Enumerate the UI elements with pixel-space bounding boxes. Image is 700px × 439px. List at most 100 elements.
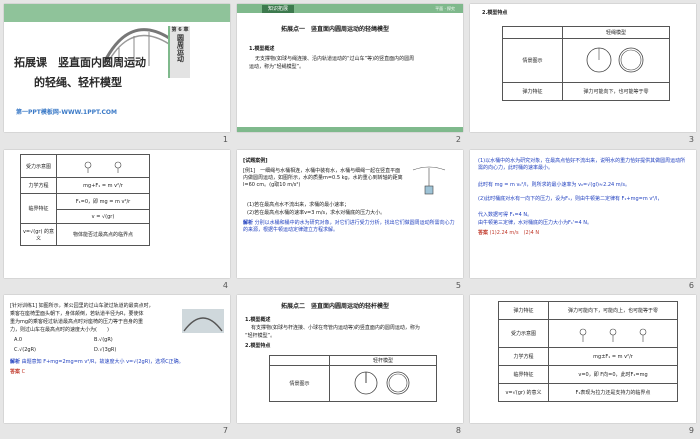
- solution-line: 由牛顿第三定律，水对桶底的压力大小为F₁'=4 N。: [478, 220, 592, 226]
- slide-7[interactable]: [针对训练1] 如图所示，某公园里的过山车驶过轨道的最高点时， 乘客在座椅里面头…: [4, 295, 230, 423]
- slide-9[interactable]: 弹力特征 弹力可能向下，可能向上，也可能等于零 受力示意图 力学方程 mg±F₁ =…: [470, 295, 696, 423]
- slide-6[interactable]: (1)以水桶中的水为研究对象，在最高点恰好不流出来，说明水的重力恰好提供其做圆周…: [470, 150, 696, 278]
- slide-thumb-1[interactable]: 第 6 章 圆周运动 拓展课 竖直面内圆周运动 的轻绳、轻杆模型 第一PPT模板…: [2, 2, 234, 148]
- col-header: 轻杆模型: [329, 355, 437, 366]
- solution-line: (2)此时桶底对水有一向下的压力，设为F₁，则由牛顿第二定律有 F₁+mg=m …: [478, 196, 663, 202]
- example-text: [例1] 一细绳与水桶相连，水桶中装有水，水桶与细绳一起在竖直平面内做圆周运动，…: [243, 168, 403, 188]
- item-heading: 1.模型概述: [245, 317, 271, 323]
- row-label: 受力示意图: [20, 154, 57, 178]
- section-heading: 拓展点二 竖直面内圆周运动的轻杆模型: [281, 303, 390, 310]
- slide-5[interactable]: [试题案例] [例1] 一细绳与水桶相连，水桶中装有水，水桶与细绳一起在竖直平面…: [237, 150, 463, 278]
- slide-8[interactable]: 拓展点二 竖直面内圆周运动的轻杆模型 1.模型概述 有支撑物(如球与杆连接、小球…: [237, 295, 463, 423]
- option-a[interactable]: A.0: [14, 337, 22, 344]
- body-text: 运动，称为“轻绳模型”。: [249, 64, 305, 70]
- row-label: 临界特征: [498, 365, 549, 384]
- slide-sorter-grid: 第 6 章 圆周运动 拓展课 竖直面内圆周运动 的轻绳、轻杆模型 第一PPT模板…: [0, 0, 700, 439]
- option-d[interactable]: D.√(3gR): [94, 347, 116, 354]
- body-text: 无支撑物(如球与绳连接、沿内轨道运动的“过山车”等)的竖直面内的圆周: [255, 56, 415, 62]
- slide-3[interactable]: 2.模型特点 轻绳模型 情景图示 弹力特征 弹力可能向下，也可能等于零: [470, 4, 696, 132]
- row-label: 受力示意图: [498, 319, 549, 348]
- slide-number: 2: [455, 135, 461, 144]
- bucket-diagram: [412, 166, 446, 195]
- question-2: (2)若在最高点水桶的速率v=3 m/s，求水对桶底的压力大小。: [247, 210, 386, 216]
- slide-4[interactable]: 受力示意图 力学方程 mg+F₁ = m v²/r 临界特征 F₁=0，即 mg =…: [4, 150, 230, 278]
- model-table: 弹力特征 弹力可能向下，可能向上，也可能等于零 受力示意图 力学方程 mg±F₁ =…: [498, 301, 678, 402]
- row-value: v = √(gr): [56, 209, 150, 224]
- slide-thumb-8[interactable]: 拓展点二 竖直面内圆周运动的轻杆模型 1.模型概述 有支撑物(如球与杆连接、小球…: [235, 293, 467, 439]
- section-tag: 知识拓展: [262, 5, 295, 13]
- analysis-label: 解析: [243, 220, 254, 226]
- slide-2[interactable]: 知识拓展 平面 · 探究 拓展点一 竖直面内圆周运动的轻绳模型 1.模型概述 无…: [237, 4, 463, 132]
- row-value: 物体能否过最高点的临界点: [56, 223, 150, 246]
- slide-thumb-2[interactable]: 知识拓展 平面 · 探究 拓展点一 竖直面内圆周运动的轻绳模型 1.模型概述 无…: [235, 2, 467, 148]
- row-label: 弹力特征: [502, 82, 563, 101]
- row-label: 力学方程: [498, 347, 549, 366]
- row-label: 情景图示: [269, 365, 330, 402]
- chapter-label: 圆周运动: [176, 34, 185, 62]
- slide-footer: 第一PPT模板网-WWW.1PPT.COM: [16, 109, 117, 116]
- answer-line: 答案 C: [10, 369, 25, 376]
- row-label: 情景图示: [502, 38, 563, 83]
- answer-label: 答案: [478, 230, 489, 236]
- force-diagram-svg: [84, 161, 122, 173]
- solution-text: 解析 由题意知 F+mg=2mg=m v²/R，故速度大小 v=√(2gR)，选…: [10, 359, 224, 366]
- circle-diagram: [586, 47, 644, 72]
- model-table: 轻绳模型 情景图示 弹力特征 弹力可能向下，也可能等于零: [502, 26, 670, 101]
- row-label: v=√(gr) 的意义: [20, 223, 57, 246]
- force-diagram: [56, 154, 150, 178]
- row-value: F₁表现为拉力还是支持力的临界点: [548, 383, 678, 402]
- item-heading: 1.模型概述: [249, 46, 275, 52]
- solution-body: 由题意知 F+mg=2mg=m v²/R，故速度大小 v=√(2gR)，选项C正…: [21, 359, 184, 365]
- slide-thumb-6[interactable]: (1)以水桶中的水为研究对象，在最高点恰好不流出来，说明水的重力恰好提供其做圆周…: [468, 148, 700, 294]
- solution-line: 代入数据可得 F₁=4 N。: [478, 212, 533, 218]
- coaster-photo: [182, 309, 224, 333]
- chapter-number: 第 6 章: [171, 27, 189, 33]
- row-value: mg±F₁ = m v²/r: [548, 347, 678, 366]
- slide-number: 9: [688, 426, 694, 435]
- solution-line: 此时有 mg = m v₀²/l，则所求的最小速率为 v₀=√(gl)≈2.24…: [478, 182, 630, 188]
- slide-number: 6: [688, 281, 694, 290]
- model-table: 轻杆模型 情景图示: [269, 355, 437, 402]
- section-heading: 拓展点一 竖直面内圆周运动的轻绳模型: [281, 26, 390, 33]
- answer-value: (1)2.24 m/s (2)4 N: [489, 230, 540, 236]
- slide-number: 1: [222, 135, 228, 144]
- solution-line: (1)以水桶中的水为研究对象，在最高点恰好不流出来，说明水的重力恰好提供其做圆周…: [478, 158, 686, 171]
- option-c[interactable]: C.√(2gR): [14, 347, 36, 354]
- force-diagram-svg: [579, 328, 647, 342]
- slide-thumb-3[interactable]: 2.模型特点 轻绳模型 情景图示 弹力特征 弹力可能向下，也可能等于零 3: [468, 2, 700, 148]
- row-label: 弹力特征: [498, 301, 549, 320]
- row-label: v=√(gr) 的意义: [498, 383, 549, 402]
- question-1: (1)若在最高点水不流出来，求桶的最小速率；: [247, 202, 350, 208]
- row-value: 弹力可能向下，可能向上，也可能等于零: [548, 301, 678, 320]
- analysis-text: 解析 分别以水桶和桶中的水为研究对象，对它们进行受力分析，找出它们做圆周运动所需…: [243, 220, 457, 234]
- section-tag-right: 平面 · 探究: [435, 6, 455, 11]
- option-b[interactable]: B.√(gR): [94, 337, 113, 344]
- case-label: [试题案例]: [243, 158, 268, 164]
- slide-thumb-5[interactable]: [试题案例] [例1] 一细绳与水桶相连，水桶中装有水，水桶与细绳一起在竖直平面…: [235, 148, 467, 294]
- answer-line: 答案 (1)2.24 m/s (2)4 N: [478, 230, 688, 237]
- analysis-body: 分别以水桶和桶中的水为研究对象，对它们进行受力分析，找出它们做圆周运动所需向心力…: [243, 220, 455, 233]
- row-value: v=0，即 F向=0，此时F₁=mg: [548, 365, 678, 384]
- slide-number: 5: [455, 281, 461, 290]
- row-value: F₁=0，即 mg = m v²/r: [56, 193, 150, 210]
- model-table: 受力示意图 力学方程 mg+F₁ = m v²/r 临界特征 F₁=0，即 mg =…: [20, 154, 150, 246]
- scene-diagram: [562, 38, 670, 83]
- item-heading: 2.模型特点: [245, 343, 271, 349]
- answer-label: 答案: [10, 369, 21, 375]
- slide-thumb-4[interactable]: 受力示意图 力学方程 mg+F₁ = m v²/r 临界特征 F₁=0，即 mg =…: [2, 148, 234, 294]
- slide-number: 4: [222, 281, 228, 290]
- slide-number: 3: [688, 135, 694, 144]
- row-label: 临界特征: [20, 193, 57, 224]
- answer-value: C: [21, 369, 26, 375]
- row-value: mg+F₁ = m v²/r: [56, 177, 150, 194]
- slide-1[interactable]: 第 6 章 圆周运动 拓展课 竖直面内圆周运动 的轻绳、轻杆模型 第一PPT模板…: [4, 4, 230, 132]
- slide-thumb-9[interactable]: 弹力特征 弹力可能向下，可能向上，也可能等于零 受力示意图 力学方程 mg±F₁ =…: [468, 293, 700, 439]
- slide-thumb-7[interactable]: [针对训练1] 如图所示，某公园里的过山车驶过轨道的最高点时， 乘客在座椅里面头…: [2, 293, 234, 439]
- slide-subtitle: 的轻绳、轻杆模型: [34, 76, 122, 89]
- scene-diagram: [329, 365, 437, 402]
- col-header: 轻绳模型: [562, 26, 670, 39]
- slide-number: 7: [222, 426, 228, 435]
- slide-title: 拓展课 竖直面内圆周运动: [14, 56, 146, 69]
- force-diagram: [548, 319, 678, 348]
- bottom-band: [237, 127, 463, 132]
